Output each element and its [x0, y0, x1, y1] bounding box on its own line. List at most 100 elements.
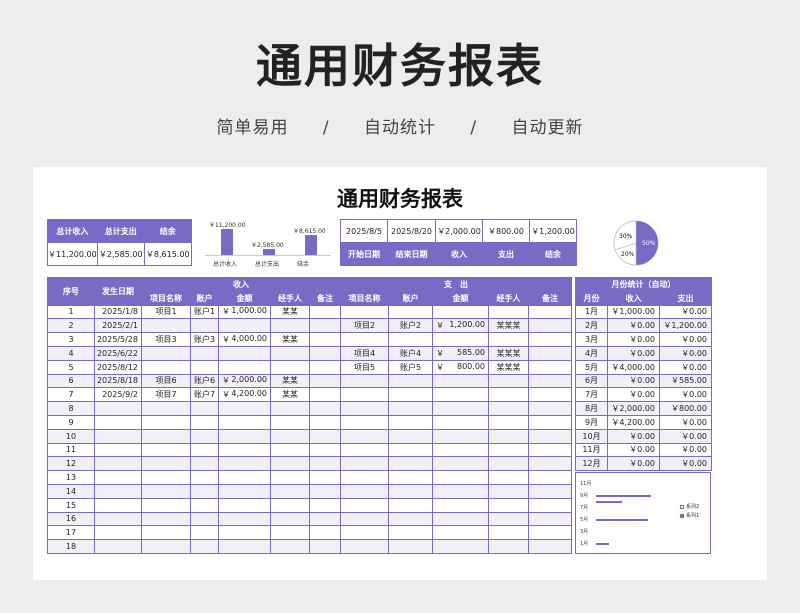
note-cell[interactable] — [528, 401, 572, 416]
in-acc-cell[interactable]: 账户7 — [190, 387, 219, 403]
ex-amt-cell[interactable] — [432, 387, 489, 403]
ex-person-cell[interactable] — [488, 456, 529, 472]
ex-item-cell[interactable] — [340, 387, 389, 403]
in-person-cell[interactable] — [270, 359, 310, 375]
ex-acc-cell[interactable] — [388, 387, 433, 403]
in-acc-cell[interactable]: 账户3 — [190, 332, 219, 347]
ex-amt-cell[interactable] — [432, 497, 489, 513]
monthly-expense-cell[interactable]: ￥0.00 — [659, 345, 712, 361]
ex-item-cell[interactable] — [340, 442, 389, 458]
monthly-month-cell[interactable]: 3月 — [575, 332, 608, 347]
ex-item-cell[interactable] — [340, 428, 389, 444]
in-amt-cell[interactable] — [218, 456, 271, 472]
in-acc-cell[interactable] — [190, 511, 219, 527]
ex-amt-cell[interactable] — [432, 456, 489, 472]
ex-amt-cell[interactable]: ￥ 1,200.00 — [432, 318, 489, 334]
ex-item-cell[interactable] — [340, 525, 389, 541]
in-person-cell[interactable]: 某某 — [270, 373, 310, 389]
in-item-cell[interactable] — [141, 414, 191, 430]
monthly-income-cell[interactable]: ￥0.00 — [607, 387, 660, 403]
monthly-expense-cell[interactable]: ￥585.00 — [659, 373, 712, 389]
note-cell[interactable] — [528, 359, 572, 375]
seq-cell[interactable]: 18 — [47, 539, 95, 554]
seq-cell[interactable]: 13 — [47, 470, 95, 485]
ex-amt-cell[interactable] — [432, 470, 489, 485]
ex-person-cell[interactable] — [488, 332, 529, 347]
ex-amt-cell[interactable] — [432, 511, 489, 527]
in-person-cell[interactable] — [270, 401, 310, 416]
in-item-cell[interactable] — [141, 470, 191, 485]
seq-cell[interactable]: 5 — [47, 359, 95, 375]
monthly-expense-cell[interactable]: ￥0.00 — [659, 414, 712, 430]
note-cell[interactable] — [528, 414, 572, 430]
range-balance-value[interactable]: ￥1,200.00 — [529, 219, 577, 243]
ex-person-cell[interactable] — [488, 387, 529, 403]
note-cell[interactable] — [528, 373, 572, 389]
in-item-cell[interactable] — [141, 442, 191, 458]
ex-amt-cell[interactable] — [432, 332, 489, 347]
note-cell[interactable] — [528, 387, 572, 403]
ex-acc-cell[interactable] — [388, 511, 433, 527]
ex-acc-cell[interactable] — [388, 442, 433, 458]
in-person-cell[interactable] — [270, 414, 310, 430]
monthly-income-cell[interactable]: ￥0.00 — [607, 456, 660, 472]
monthly-income-cell[interactable]: ￥0.00 — [607, 373, 660, 389]
seq-cell[interactable]: 16 — [47, 511, 95, 527]
in-amt-cell[interactable] — [218, 497, 271, 513]
ex-person-cell[interactable] — [488, 401, 529, 416]
date-cell[interactable] — [94, 414, 142, 430]
ex-amt-cell[interactable] — [432, 401, 489, 416]
ex-person-cell[interactable] — [488, 497, 529, 513]
monthly-month-cell[interactable]: 8月 — [575, 401, 608, 416]
monthly-income-cell[interactable]: ￥0.00 — [607, 442, 660, 458]
note-cell[interactable] — [309, 470, 341, 485]
start-date-value[interactable]: 2025/8/5 — [340, 219, 388, 243]
ex-acc-cell[interactable] — [388, 414, 433, 430]
monthly-expense-cell[interactable]: ￥1,200.00 — [659, 318, 712, 334]
ex-person-cell[interactable] — [488, 304, 529, 320]
seq-cell[interactable]: 4 — [47, 345, 95, 361]
monthly-income-cell[interactable]: ￥0.00 — [607, 345, 660, 361]
ex-acc-cell[interactable] — [388, 373, 433, 389]
in-acc-cell[interactable] — [190, 497, 219, 513]
note-cell[interactable] — [528, 318, 572, 334]
date-cell[interactable] — [94, 428, 142, 444]
ex-acc-cell[interactable]: 账户2 — [388, 318, 433, 334]
monthly-income-cell[interactable]: ￥0.00 — [607, 318, 660, 334]
ex-item-cell[interactable] — [340, 304, 389, 320]
date-cell[interactable] — [94, 456, 142, 472]
date-cell[interactable] — [94, 470, 142, 485]
note-cell[interactable] — [528, 539, 572, 554]
monthly-expense-cell[interactable]: ￥0.00 — [659, 304, 712, 320]
summary-balance-value[interactable]: ￥8,615.00 — [143, 242, 192, 266]
note-cell[interactable] — [309, 304, 341, 320]
note-cell[interactable] — [528, 428, 572, 444]
in-person-cell[interactable] — [270, 470, 310, 485]
ex-acc-cell[interactable] — [388, 539, 433, 554]
monthly-expense-cell[interactable]: ￥0.00 — [659, 428, 712, 444]
in-acc-cell[interactable]: 账户6 — [190, 373, 219, 389]
note-cell[interactable] — [309, 318, 341, 334]
monthly-income-cell[interactable]: ￥1,000.00 — [607, 304, 660, 320]
ex-amt-cell[interactable] — [432, 442, 489, 458]
ex-person-cell[interactable] — [488, 428, 529, 444]
in-person-cell[interactable] — [270, 456, 310, 472]
ex-item-cell[interactable] — [340, 497, 389, 513]
ex-amt-cell[interactable] — [432, 428, 489, 444]
monthly-expense-cell[interactable]: ￥0.00 — [659, 359, 712, 375]
note-cell[interactable] — [528, 470, 572, 485]
ex-person-cell[interactable] — [488, 483, 529, 499]
date-cell[interactable] — [94, 539, 142, 554]
seq-cell[interactable]: 3 — [47, 332, 95, 347]
in-person-cell[interactable] — [270, 442, 310, 458]
ex-item-cell[interactable] — [340, 511, 389, 527]
monthly-expense-cell[interactable]: ￥0.00 — [659, 442, 712, 458]
ex-person-cell[interactable] — [488, 414, 529, 430]
date-cell[interactable]: 2025/8/12 — [94, 359, 142, 375]
ex-amt-cell[interactable] — [432, 525, 489, 541]
monthly-month-cell[interactable]: 9月 — [575, 414, 608, 430]
in-amt-cell[interactable] — [218, 525, 271, 541]
in-item-cell[interactable]: 项目3 — [141, 332, 191, 347]
monthly-month-cell[interactable]: 10月 — [575, 428, 608, 444]
in-amt-cell[interactable] — [218, 539, 271, 554]
